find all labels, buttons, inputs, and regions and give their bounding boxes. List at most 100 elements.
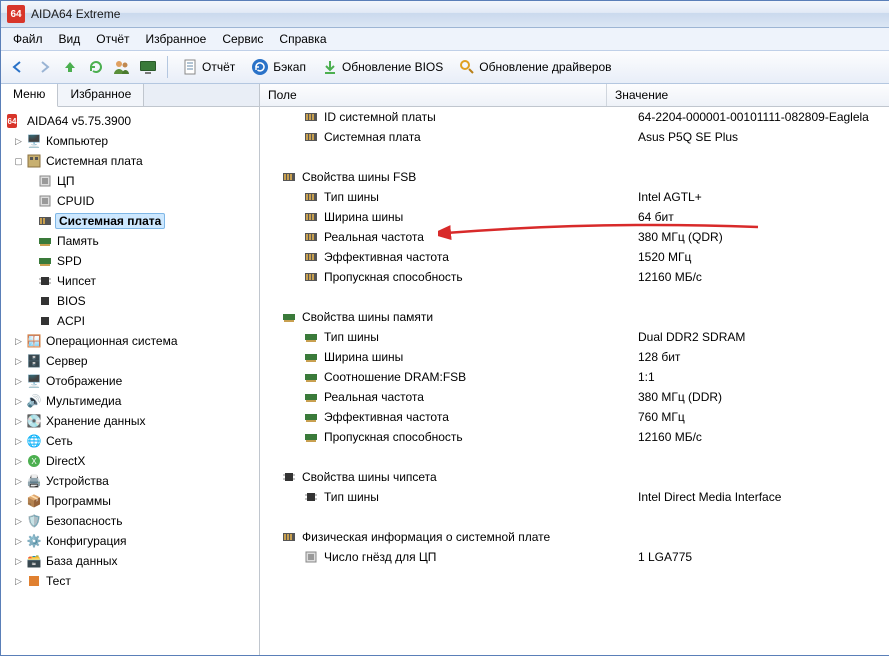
tree-item-multimedia[interactable]: ▷🔊Мультимедиа: [3, 391, 257, 411]
expand-icon[interactable]: ▷: [13, 356, 24, 367]
field-label: Физическая информация о системной плате: [302, 530, 550, 544]
list-row[interactable]: Пропускная способность12160 МБ/с: [260, 267, 889, 287]
expand-icon[interactable]: ▷: [13, 416, 24, 427]
test-icon: [26, 573, 42, 589]
tree-item-test[interactable]: ▷Тест: [3, 571, 257, 591]
tab-menu[interactable]: Меню: [1, 84, 58, 107]
bios-update-label: Обновление BIOS: [342, 60, 443, 74]
tree-item-os[interactable]: ▷🪟Операционная система: [3, 331, 257, 351]
value-cell: 1520 МГц: [634, 250, 889, 264]
list-row[interactable]: Реальная частота380 МГц (QDR): [260, 227, 889, 247]
disk-icon: 💽: [26, 413, 42, 429]
list-row[interactable]: Соотношение DRAM:FSB1:1: [260, 367, 889, 387]
tree-item-memory[interactable]: Память: [3, 231, 257, 251]
window: 64 AIDA64 Extreme Файл Вид Отчёт Избранн…: [0, 0, 889, 656]
tree-item-storage[interactable]: ▷💽Хранение данных: [3, 411, 257, 431]
menu-service[interactable]: Сервис: [214, 29, 271, 49]
column-value[interactable]: Значение: [607, 84, 889, 106]
shield-icon: 🛡️: [26, 513, 42, 529]
expand-icon[interactable]: ▷: [13, 516, 24, 527]
up-button[interactable]: [59, 56, 81, 78]
list-row[interactable]: Эффективная частота1520 МГц: [260, 247, 889, 267]
field-label: Пропускная способность: [324, 270, 463, 284]
tree-item-spd[interactable]: SPD: [3, 251, 257, 271]
menu-help[interactable]: Справка: [271, 29, 334, 49]
menu-favorites[interactable]: Избранное: [138, 29, 215, 49]
tree-item-security[interactable]: ▷🛡️Безопасность: [3, 511, 257, 531]
refresh-button[interactable]: [85, 56, 107, 78]
expand-icon[interactable]: ▷: [13, 536, 24, 547]
mb-icon: [304, 190, 318, 204]
expand-icon[interactable]: ▷: [13, 436, 24, 447]
tree-item-cpu[interactable]: ЦП: [3, 171, 257, 191]
tree-item-server[interactable]: ▷🗄️Сервер: [3, 351, 257, 371]
field-label: Ширина шины: [324, 210, 403, 224]
expand-icon[interactable]: ▷: [13, 476, 24, 487]
collapse-icon[interactable]: ▢: [13, 156, 24, 167]
list-row[interactable]: Пропускная способность12160 МБ/с: [260, 427, 889, 447]
list-row[interactable]: Ширина шины64 бит: [260, 207, 889, 227]
users-button[interactable]: [111, 56, 133, 78]
tree-item-database[interactable]: ▷🗃️База данных: [3, 551, 257, 571]
expand-icon[interactable]: ▷: [13, 136, 24, 147]
list-row[interactable]: Тип шиныDual DDR2 SDRAM: [260, 327, 889, 347]
expand-icon[interactable]: ▷: [13, 496, 24, 507]
tree-item-network[interactable]: ▷🌐Сеть: [3, 431, 257, 451]
backup-button[interactable]: Бэкап: [245, 56, 312, 78]
list-row[interactable]: Свойства шины FSB: [260, 167, 889, 187]
tree-item-display[interactable]: ▷🖥️Отображение: [3, 371, 257, 391]
expand-icon[interactable]: ▷: [13, 576, 24, 587]
window-title: AIDA64 Extreme: [31, 7, 120, 21]
list-row[interactable]: Системная платаAsus P5Q SE Plus: [260, 127, 889, 147]
list-row[interactable]: Ширина шины128 бит: [260, 347, 889, 367]
field-label: Эффективная частота: [324, 410, 449, 424]
tree-item-bios[interactable]: BIOS: [3, 291, 257, 311]
back-button[interactable]: [7, 56, 29, 78]
tree-item-computer[interactable]: ▷ 🖥️ Компьютер: [3, 131, 257, 151]
list-row[interactable]: Тип шиныIntel Direct Media Interface: [260, 487, 889, 507]
expand-icon[interactable]: ▷: [13, 456, 24, 467]
driver-update-button[interactable]: Обновление драйверов: [453, 57, 617, 77]
menu-view[interactable]: Вид: [51, 29, 89, 49]
tree-item-chipset[interactable]: Чипсет: [3, 271, 257, 291]
driver-update-label: Обновление драйверов: [479, 60, 611, 74]
expand-icon[interactable]: ▷: [13, 336, 24, 347]
tree-item-directx[interactable]: ▷XDirectX: [3, 451, 257, 471]
list-row[interactable]: Тип шиныIntel AGTL+: [260, 187, 889, 207]
tree[interactable]: 64 AIDA64 v5.75.3900 ▷ 🖥️ Компьютер ▢ Си…: [1, 107, 259, 655]
tree-item-motherboard-detail[interactable]: Системная плата: [3, 211, 257, 231]
tree-item-devices[interactable]: ▷🖨️Устройства: [3, 471, 257, 491]
list-row[interactable]: Физическая информация о системной плате: [260, 527, 889, 547]
report-button[interactable]: Отчёт: [176, 57, 241, 77]
toolbar: Отчёт Бэкап Обновление BIOS Обновление д…: [1, 51, 889, 84]
list-row[interactable]: ID системной платы64-2204-000001-0010111…: [260, 107, 889, 127]
column-field[interactable]: Поле: [260, 84, 607, 106]
forward-button[interactable]: [33, 56, 55, 78]
tree-item-software[interactable]: ▷📦Программы: [3, 491, 257, 511]
expand-icon[interactable]: ▷: [13, 376, 24, 387]
backup-label: Бэкап: [273, 60, 306, 74]
value-cell: Dual DDR2 SDRAM: [634, 330, 889, 344]
tab-favorites[interactable]: Избранное: [58, 84, 144, 106]
value-cell: Intel AGTL+: [634, 190, 889, 204]
field-cell: Ширина шины: [260, 210, 634, 224]
tree-item-cpuid[interactable]: CPUID: [3, 191, 257, 211]
tree-root[interactable]: 64 AIDA64 v5.75.3900: [3, 111, 257, 131]
list-row[interactable]: Свойства шины чипсета: [260, 467, 889, 487]
expand-icon[interactable]: ▷: [13, 396, 24, 407]
tree-item-motherboard[interactable]: ▢ Системная плата: [3, 151, 257, 171]
tree-item-config[interactable]: ▷⚙️Конфигурация: [3, 531, 257, 551]
monitor-button[interactable]: [137, 56, 159, 78]
list-row[interactable]: Свойства шины памяти: [260, 307, 889, 327]
arrow-up-icon: [62, 59, 78, 75]
bios-update-button[interactable]: Обновление BIOS: [316, 57, 449, 77]
list-row[interactable]: Реальная частота380 МГц (DDR): [260, 387, 889, 407]
list-row[interactable]: Число гнёзд для ЦП1 LGA775: [260, 547, 889, 567]
list-body[interactable]: ID системной платы64-2204-000001-0010111…: [260, 107, 889, 655]
expand-icon[interactable]: ▷: [13, 556, 24, 567]
tree-item-acpi[interactable]: ACPI: [3, 311, 257, 331]
menu-report[interactable]: Отчёт: [88, 29, 137, 49]
list-row[interactable]: Эффективная частота760 МГц: [260, 407, 889, 427]
menu-file[interactable]: Файл: [5, 29, 51, 49]
chipset-icon: [37, 273, 53, 289]
